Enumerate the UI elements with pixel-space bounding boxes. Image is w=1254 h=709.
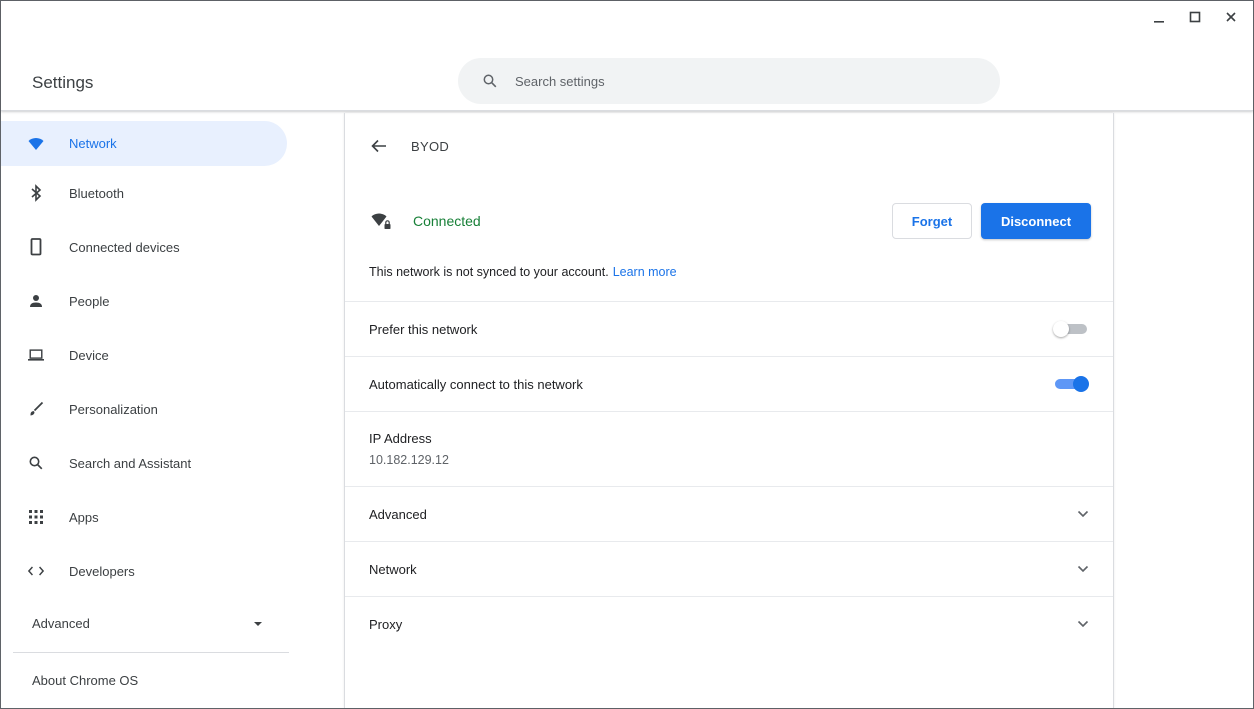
ip-address-label: IP Address bbox=[369, 431, 432, 446]
prefer-network-toggle[interactable] bbox=[1053, 321, 1089, 337]
ip-address-value: 10.182.129.12 bbox=[369, 453, 449, 467]
page-header: BYOD bbox=[345, 113, 1113, 179]
sidebar-advanced-toggle[interactable]: Advanced bbox=[1, 598, 287, 648]
sidebar-item-label: Search and Assistant bbox=[69, 455, 192, 471]
sidebar: Network Bluetooth Connected devices Peop… bbox=[1, 113, 301, 708]
main-panel: BYOD Connected Forget Disconnect This ne… bbox=[344, 113, 1114, 708]
wifi-lock-icon bbox=[371, 211, 393, 231]
chevron-down-icon[interactable] bbox=[1077, 508, 1089, 520]
page-title: BYOD bbox=[411, 138, 450, 154]
chevron-down-icon[interactable] bbox=[1077, 563, 1089, 575]
search-box[interactable] bbox=[458, 58, 1000, 104]
wifi-icon bbox=[28, 135, 44, 153]
chevron-down-icon[interactable] bbox=[1077, 618, 1089, 630]
learn-more-link[interactable]: Learn more bbox=[613, 265, 677, 279]
sidebar-item-label: Developers bbox=[69, 563, 135, 579]
code-icon bbox=[28, 562, 44, 580]
sidebar-item-label: Connected devices bbox=[69, 239, 180, 255]
sidebar-item-label: Apps bbox=[69, 509, 99, 525]
sidebar-item-search-assistant[interactable]: Search and Assistant bbox=[1, 436, 287, 490]
search-icon bbox=[28, 454, 44, 472]
ip-address-row: IP Address 10.182.129.12 bbox=[345, 411, 1113, 486]
caret-down-icon bbox=[253, 616, 263, 631]
section-advanced-label: Advanced bbox=[369, 506, 427, 522]
back-arrow-icon[interactable] bbox=[369, 136, 389, 156]
section-proxy-label: Proxy bbox=[369, 616, 403, 632]
sync-notice-text: This network is not synced to your accou… bbox=[369, 265, 609, 279]
sidebar-item-label: Network bbox=[69, 136, 117, 151]
sidebar-advanced-label: Advanced bbox=[32, 615, 90, 631]
sidebar-item-about[interactable]: About Chrome OS bbox=[1, 653, 301, 707]
sidebar-item-apps[interactable]: Apps bbox=[1, 490, 287, 544]
section-network-label: Network bbox=[369, 561, 417, 577]
brush-icon bbox=[28, 400, 44, 418]
sidebar-item-label: Bluetooth bbox=[69, 185, 124, 201]
search-icon bbox=[483, 74, 497, 88]
sidebar-item-device[interactable]: Device bbox=[1, 328, 287, 382]
sidebar-item-developers[interactable]: Developers bbox=[1, 544, 287, 598]
search-input[interactable] bbox=[515, 73, 915, 89]
autoconnect-toggle[interactable] bbox=[1053, 376, 1089, 392]
connection-status: Connected bbox=[413, 213, 481, 229]
autoconnect-row: Automatically connect to this network bbox=[345, 356, 1113, 411]
apps-grid-icon bbox=[28, 508, 44, 526]
disconnect-button[interactable]: Disconnect bbox=[981, 203, 1091, 239]
toggle-knob bbox=[1073, 376, 1089, 392]
prefer-network-label: Prefer this network bbox=[369, 321, 478, 337]
sidebar-item-bluetooth[interactable]: Bluetooth bbox=[1, 166, 287, 220]
sidebar-item-personalization[interactable]: Personalization bbox=[1, 382, 287, 436]
sidebar-item-label: People bbox=[69, 293, 110, 309]
laptop-icon bbox=[28, 346, 44, 364]
sidebar-item-label: Device bbox=[69, 347, 109, 363]
section-advanced-row[interactable]: Advanced bbox=[345, 486, 1113, 541]
sidebar-item-connected-devices[interactable]: Connected devices bbox=[1, 220, 287, 274]
autoconnect-label: Automatically connect to this network bbox=[369, 376, 583, 392]
header: Settings bbox=[1, 1, 1253, 111]
section-network-row[interactable]: Network bbox=[345, 541, 1113, 596]
sync-notice: This network is not synced to your accou… bbox=[345, 263, 1113, 301]
phone-icon bbox=[28, 238, 44, 256]
forget-button[interactable]: Forget bbox=[892, 203, 972, 239]
sidebar-item-network[interactable]: Network bbox=[1, 121, 287, 166]
sidebar-item-people[interactable]: People bbox=[1, 274, 287, 328]
bluetooth-icon bbox=[28, 184, 44, 202]
person-icon bbox=[28, 292, 44, 310]
connection-status-row: Connected Forget Disconnect bbox=[345, 179, 1113, 263]
toggle-knob bbox=[1053, 321, 1069, 337]
prefer-network-row: Prefer this network bbox=[345, 301, 1113, 356]
section-proxy-row[interactable]: Proxy bbox=[345, 596, 1113, 651]
app-title: Settings bbox=[32, 73, 94, 92]
sidebar-item-label: Personalization bbox=[69, 401, 158, 417]
